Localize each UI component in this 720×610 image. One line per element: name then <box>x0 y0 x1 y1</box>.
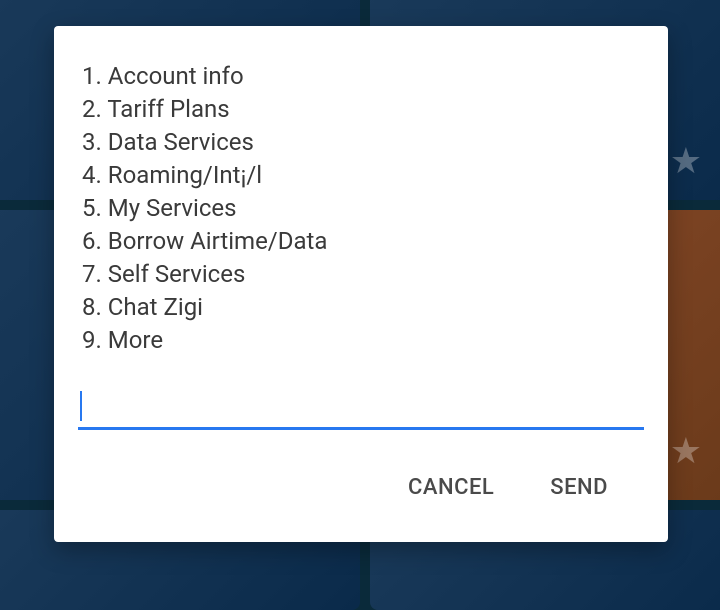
ussd-input[interactable] <box>78 389 644 430</box>
menu-item: 8. Chat Zigi <box>82 291 644 324</box>
star-icon: ★ <box>670 430 702 472</box>
menu-num: 1. <box>82 62 102 90</box>
menu-num: 6. <box>82 227 102 255</box>
menu-label: Roaming/Int¡/l <box>108 161 262 189</box>
menu-num: 9. <box>82 326 102 354</box>
menu-list: 1. Account info 2. Tariff Plans 3. Data … <box>78 56 644 357</box>
menu-item: 9. More <box>82 324 644 357</box>
menu-label: Borrow Airtime/Data <box>108 227 328 255</box>
button-row: CANCEL SEND <box>78 467 644 522</box>
menu-item: 4. Roaming/Int¡/l <box>82 159 644 192</box>
menu-num: 5. <box>82 194 102 222</box>
star-icon: ★ <box>670 140 702 182</box>
menu-label: Tariff Plans <box>107 95 229 123</box>
menu-num: 4. <box>82 161 102 189</box>
menu-item: 7. Self Services <box>82 258 644 291</box>
menu-label: Data Services <box>108 128 254 156</box>
menu-item: 2. Tariff Plans <box>82 93 644 126</box>
menu-num: 2. <box>82 95 102 123</box>
menu-num: 8. <box>82 293 102 321</box>
text-cursor <box>80 391 82 421</box>
menu-item: 1. Account info <box>82 60 644 93</box>
menu-label: More <box>108 326 163 354</box>
ussd-dialog: 1. Account info 2. Tariff Plans 3. Data … <box>54 26 668 542</box>
menu-item: 5. My Services <box>82 192 644 225</box>
menu-label: Account info <box>108 62 244 90</box>
input-area <box>78 389 644 430</box>
menu-item: 3. Data Services <box>82 126 644 159</box>
cancel-button[interactable]: CANCEL <box>404 467 498 508</box>
menu-num: 3. <box>82 128 102 156</box>
menu-label: Self Services <box>108 260 246 288</box>
menu-label: Chat Zigi <box>108 293 203 321</box>
menu-label: My Services <box>108 194 237 222</box>
menu-num: 7. <box>82 260 102 288</box>
send-button[interactable]: SEND <box>546 467 612 508</box>
menu-item: 6. Borrow Airtime/Data <box>82 225 644 258</box>
